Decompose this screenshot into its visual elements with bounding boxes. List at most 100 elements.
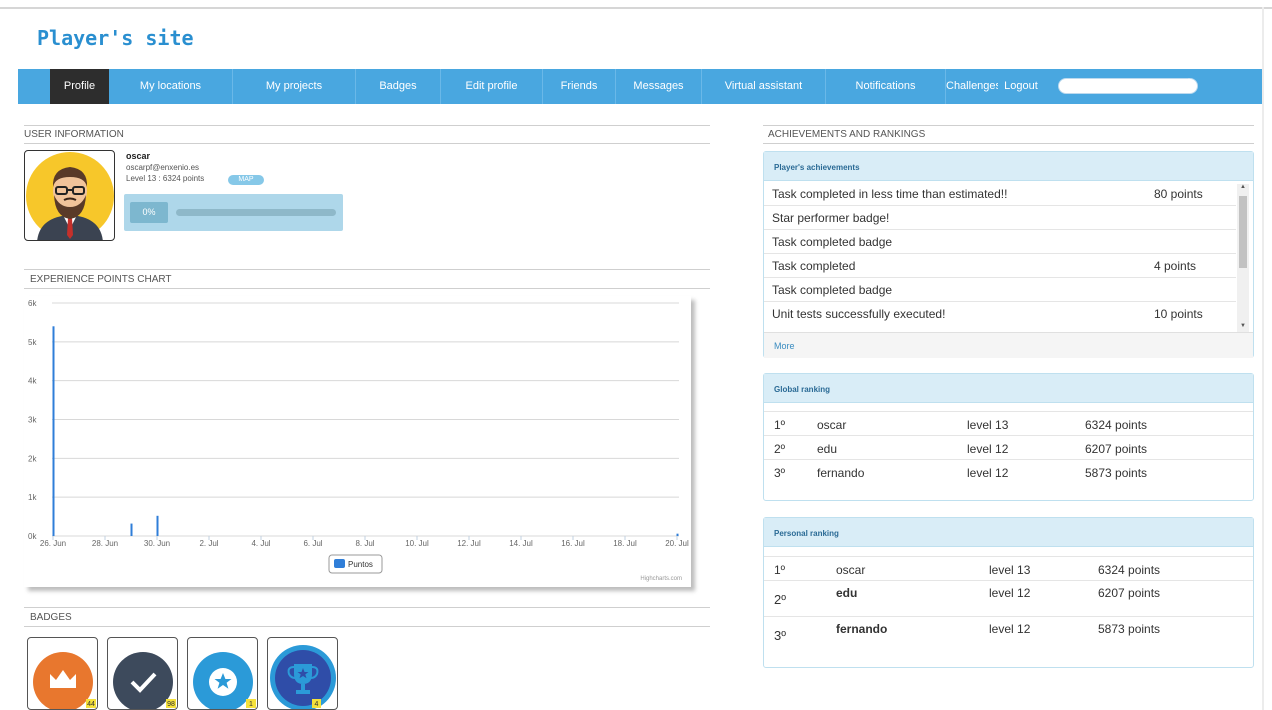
rank-points: 5873 points xyxy=(1098,622,1161,636)
user-email: oscarpf@enxenio.es xyxy=(126,163,200,172)
rank-position: 3º xyxy=(774,628,786,643)
nav-profile[interactable]: Profile xyxy=(50,69,109,104)
badge-count: 44 xyxy=(87,701,95,708)
nav-notifications[interactable]: Notifications xyxy=(826,69,946,104)
rank-name: fernando xyxy=(817,466,865,480)
search-input[interactable] xyxy=(1058,78,1198,94)
rank-level: level 12 xyxy=(989,586,1031,600)
global-ranking-title: Global ranking xyxy=(764,374,1253,403)
achievement-row: Task completed 4 points xyxy=(764,254,1236,278)
ranking-row: 2º edu level 12 6207 points xyxy=(764,580,1253,616)
nav-logout[interactable]: Logout xyxy=(998,69,1044,104)
chart-credit: Highcharts.com xyxy=(640,576,682,582)
nav-messages[interactable]: Messages xyxy=(616,69,702,104)
achievement-points: 4 points xyxy=(1154,259,1197,273)
rank-position: 3º xyxy=(774,466,786,480)
bar xyxy=(156,515,159,536)
rank-points: 6324 points xyxy=(1098,563,1161,577)
nav-edit-profile[interactable]: Edit profile xyxy=(441,69,543,104)
site-title: Player's site xyxy=(37,26,194,50)
x-tick-label: 26. Jun xyxy=(40,539,66,548)
scrollbar-thumb[interactable] xyxy=(1239,196,1247,268)
achievement-text: Task completed in less time than estimat… xyxy=(772,187,1008,201)
achievement-row: Task completed badge xyxy=(764,230,1236,254)
avatar xyxy=(24,150,115,241)
user-info-heading: USER INFORMATION xyxy=(24,129,124,140)
x-tick-label: 20. Jul xyxy=(665,539,689,548)
achievement-text: Task completed xyxy=(772,259,856,273)
achievement-points: 80 points xyxy=(1154,187,1203,201)
rank-position: 1º xyxy=(774,563,786,577)
xp-chart-heading: EXPERIENCE POINTS CHART xyxy=(30,274,172,285)
more-link[interactable]: More xyxy=(774,341,795,351)
badge-count: 1 xyxy=(249,701,253,708)
rank-level: level 12 xyxy=(989,622,1031,636)
achievements-heading: ACHIEVEMENTS AND RANKINGS xyxy=(768,129,926,140)
rank-name: oscar xyxy=(817,418,847,432)
y-tick-label: 6k xyxy=(28,299,37,308)
x-tick-label: 12. Jul xyxy=(457,539,481,548)
scroll-up-icon[interactable]: ▲ xyxy=(1239,184,1247,190)
personal-ranking-panel: Personal ranking 1º oscar level 13 6324 … xyxy=(763,517,1254,668)
legend-swatch xyxy=(334,559,345,568)
achievement-text: Task completed badge xyxy=(772,235,893,249)
achievement-text: Star performer badge! xyxy=(772,211,890,225)
achievements-panel: Player's achievements Task completed in … xyxy=(763,151,1254,358)
divider xyxy=(24,125,710,126)
achievement-row: Unit tests successfully executed! 10 poin… xyxy=(764,302,1236,326)
rank-level: level 12 xyxy=(967,442,1009,456)
main-navbar: Profile My locations My projects Badges … xyxy=(18,69,1262,104)
level-progress: 0% xyxy=(124,194,343,231)
bar xyxy=(130,523,133,536)
achievement-row: Task completed in less time than estimat… xyxy=(764,182,1236,206)
nav-friends[interactable]: Friends xyxy=(543,69,616,104)
ranking-row: 2º edu level 12 6207 points xyxy=(764,435,1253,459)
badge-card-checkmark[interactable]: 98 xyxy=(107,637,178,710)
divider xyxy=(24,626,710,627)
divider xyxy=(24,143,710,144)
rank-level: level 12 xyxy=(967,466,1009,480)
x-tick-label: 30. Jun xyxy=(144,539,170,548)
ranking-row: 3º fernando level 12 5873 points xyxy=(764,616,1253,652)
rank-position: 1º xyxy=(774,418,786,432)
rank-points: 6207 points xyxy=(1098,586,1161,600)
ranking-row: 1º oscar level 13 6324 points xyxy=(764,411,1253,435)
divider xyxy=(763,143,1254,144)
badge-count: 98 xyxy=(167,701,175,708)
badge-card-trophy[interactable]: 4 xyxy=(267,637,338,710)
x-tick-label: 10. Jul xyxy=(405,539,429,548)
user-name: oscar xyxy=(126,151,151,161)
divider xyxy=(24,607,710,608)
scroll-down-icon[interactable]: ▼ xyxy=(1239,323,1247,329)
badge-card-star[interactable]: 1 xyxy=(187,637,258,710)
x-tick-label: 2. Jul xyxy=(199,539,218,548)
divider xyxy=(24,288,710,289)
x-tick-label: 8. Jul xyxy=(355,539,374,548)
lock-icon[interactable] xyxy=(1181,78,1197,94)
ranking-row: 1º oscar level 13 6324 points xyxy=(764,556,1253,580)
legend-label: Puntos xyxy=(348,560,373,569)
y-tick-label: 2k xyxy=(28,454,37,463)
map-button[interactable]: MAP xyxy=(228,175,264,185)
achievement-points: 10 points xyxy=(1154,307,1203,321)
rank-name: edu xyxy=(836,586,858,600)
achievements-scrollbar[interactable]: ▲ ▼ xyxy=(1237,184,1249,332)
nav-badges[interactable]: Badges xyxy=(356,69,441,104)
xp-chart: 0k 1k 2k 3k 4k 5k 6k 26. Jun 28. Jun 30. Jun 2. Ju… xyxy=(24,296,691,587)
nav-my-locations[interactable]: My locations xyxy=(109,69,233,104)
nav-challenges[interactable]: Challenges xyxy=(946,69,998,104)
bar xyxy=(52,326,55,536)
rank-level: level 13 xyxy=(989,563,1031,577)
rank-position: 2º xyxy=(774,592,786,607)
achievement-row: Task completed badge xyxy=(764,278,1236,302)
ranking-row: 3º fernando level 12 5873 points xyxy=(764,459,1253,483)
divider xyxy=(24,269,710,270)
nav-my-projects[interactable]: My projects xyxy=(233,69,356,104)
right-border xyxy=(1262,7,1264,710)
y-tick-label: 5k xyxy=(28,338,37,347)
nav-virtual-assistant[interactable]: Virtual assistant xyxy=(702,69,826,104)
rank-points: 6207 points xyxy=(1085,442,1148,456)
progress-track xyxy=(176,209,336,216)
badge-card-crown[interactable]: 44 xyxy=(27,637,98,710)
achievement-text: Unit tests successfully executed! xyxy=(772,307,946,321)
